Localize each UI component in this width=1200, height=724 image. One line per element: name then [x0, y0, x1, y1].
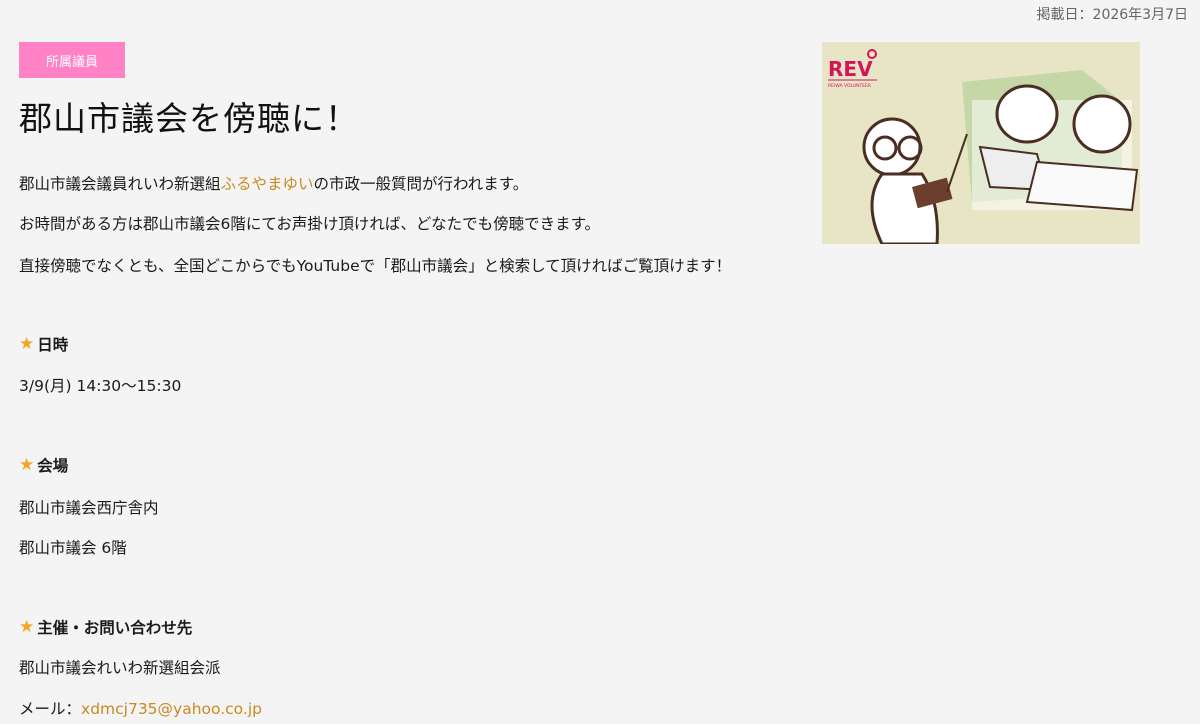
svg-text:REIWA VOLUNTEER: REIWA VOLUNTEER	[828, 83, 871, 89]
star-icon: ★	[19, 454, 35, 475]
intro-line-3: 直接傍聴でなくとも、全国どこからでもYouTubeで「郡山市議会」と検索して頂け…	[19, 257, 732, 275]
datetime-heading-label: 日時	[37, 336, 69, 354]
datetime-value: 3/9(月) 14:30〜15:30	[19, 377, 182, 395]
email-link[interactable]: xdmcj735@yahoo.co.jp	[81, 700, 262, 718]
email-label: メール：	[19, 700, 82, 718]
article-thumbnail: REV REIWA VOLUNTEER	[822, 42, 1140, 244]
contact-org: 郡山市議会れいわ新選組会派	[19, 659, 221, 677]
page: 掲載日：2026年3月7日 所属議員 郡山市議会を傍聴に！ 郡山市議会議員れいわ…	[0, 0, 1200, 724]
page-title: 郡山市議会を傍聴に！	[19, 99, 359, 138]
contact-email-line: メール：xdmcj735@yahoo.co.jp	[19, 697, 262, 719]
category-tag[interactable]: 所属議員	[19, 42, 125, 78]
venue-heading-label: 会場	[37, 457, 69, 475]
posted-date: 掲載日：2026年3月7日	[1036, 7, 1188, 23]
intro-line-1: 郡山市議会議員れいわ新選組ふるやまゆいの市政一般質問が行われます。	[19, 172, 528, 194]
venue-heading: ★ 会場	[19, 454, 68, 476]
datetime-heading: ★ 日時	[19, 333, 68, 355]
svg-text:REV: REV	[828, 57, 873, 81]
intro-text-before: 郡山市議会議員れいわ新選組	[19, 175, 221, 193]
member-link[interactable]: ふるやまゆい	[221, 175, 314, 193]
star-icon: ★	[19, 616, 35, 637]
contact-heading: ★ 主催・お問い合わせ先	[19, 616, 192, 638]
intro-text-after: の市政一般質問が行われます。	[313, 175, 529, 193]
intro-line-2: お時間がある方は郡山市議会6階にてお声掛け頂ければ、どなたでも傍聴できます。	[19, 215, 601, 233]
venue-line-1: 郡山市議会西庁舎内	[19, 499, 159, 517]
star-icon: ★	[19, 333, 35, 354]
contact-heading-label: 主催・お問い合わせ先	[37, 619, 193, 637]
venue-line-2: 郡山市議会 6階	[19, 539, 127, 557]
